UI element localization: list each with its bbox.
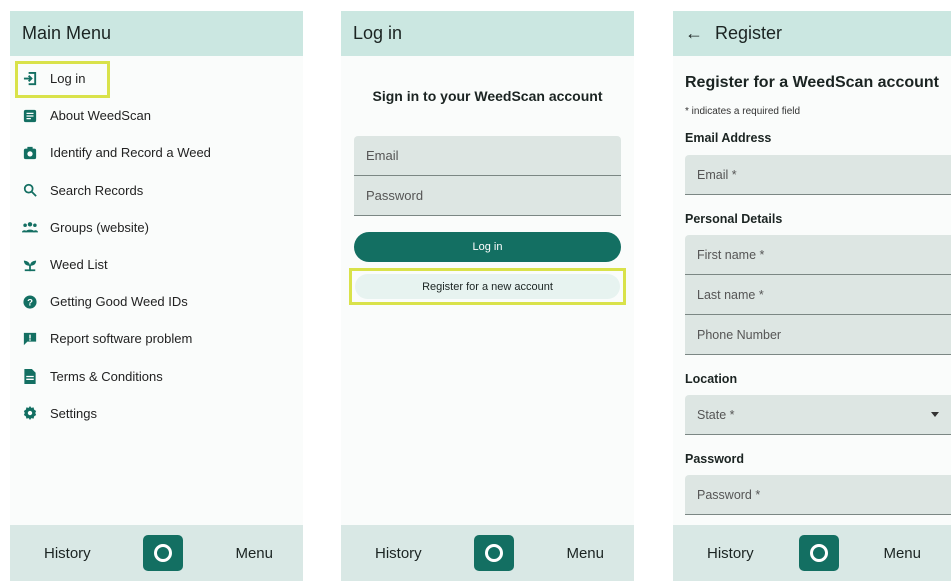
menu-item-label: About WeedScan <box>50 108 151 124</box>
password-field[interactable]: Password <box>354 176 621 216</box>
nav-history[interactable]: History <box>707 545 754 562</box>
camera-icon <box>154 544 173 562</box>
email-field[interactable]: Email * <box>685 155 951 195</box>
phone-field[interactable]: Phone Number <box>685 315 951 355</box>
menu-list: Log in About WeedScan Identify and Recor… <box>10 56 303 432</box>
menu-item-label: Search Records <box>50 182 144 198</box>
menu-item-about[interactable]: About WeedScan <box>10 97 303 134</box>
phone-placeholder: Phone Number <box>697 327 782 342</box>
email-placeholder: Email * <box>697 167 737 182</box>
menu-item-label: Terms & Conditions <box>50 368 163 384</box>
email-field[interactable]: Email <box>354 136 621 176</box>
register-screen: ← Register Register for a WeedScan accou… <box>673 11 951 581</box>
menu-item-groups[interactable]: Groups (website) <box>10 209 303 246</box>
gear-icon <box>22 405 38 421</box>
nav-history[interactable]: History <box>44 545 91 562</box>
menu-item-settings[interactable]: Settings <box>10 395 303 432</box>
menu-item-identify[interactable]: Identify and Record a Weed <box>10 134 303 171</box>
document-icon <box>22 108 38 124</box>
camera-button[interactable] <box>474 535 515 571</box>
camera-icon <box>485 544 504 562</box>
menu-item-good-ids[interactable]: ? Getting Good Weed IDs <box>10 283 303 320</box>
page-title: Main Menu <box>22 23 112 43</box>
email-placeholder: Email <box>366 148 399 163</box>
first-name-placeholder: First name * <box>697 247 765 262</box>
main-menu-screen: Main Menu Log in About WeedScan Identify… <box>10 11 303 581</box>
back-arrow-icon[interactable]: ← <box>685 23 703 44</box>
menu-item-label: Weed List <box>50 257 108 273</box>
nav-menu[interactable]: Menu <box>883 545 921 562</box>
first-name-field[interactable]: First name * <box>685 235 951 275</box>
menu-item-search[interactable]: Search Records <box>10 172 303 209</box>
app-bar: Main Menu <box>10 11 303 56</box>
sprout-icon <box>22 257 38 273</box>
register-button-label: Register for a new account <box>422 280 553 293</box>
section-email: Email Address <box>685 131 772 145</box>
nav-menu[interactable]: Menu <box>566 545 604 562</box>
dropdown-arrow-icon <box>931 412 939 417</box>
menu-item-label: Getting Good Weed IDs <box>50 294 188 310</box>
menu-item-label: Settings <box>50 405 97 421</box>
login-button[interactable]: Log in <box>354 232 621 262</box>
password-field[interactable]: Password * <box>685 475 951 515</box>
help-icon: ? <box>22 294 38 310</box>
bottom-nav: History Menu <box>673 525 951 581</box>
bottom-nav: History Menu <box>10 525 303 581</box>
last-name-field[interactable]: Last name * <box>685 275 951 315</box>
section-password: Password <box>685 452 745 466</box>
required-note: * indicates a required field <box>685 106 801 117</box>
nav-menu[interactable]: Menu <box>235 545 273 562</box>
camera-icon <box>809 544 828 562</box>
last-name-placeholder: Last name * <box>697 287 764 302</box>
section-personal: Personal Details <box>685 212 783 226</box>
menu-item-log-in[interactable]: Log in <box>10 60 303 99</box>
login-screen: Log in Sign in to your WeedScan account … <box>341 11 634 581</box>
login-icon <box>22 71 38 87</box>
menu-item-label: Report software problem <box>50 331 193 347</box>
register-button[interactable]: Register for a new account <box>349 268 626 305</box>
menu-item-terms[interactable]: Terms & Conditions <box>10 358 303 395</box>
menu-item-label: Log in <box>50 71 86 87</box>
nav-history[interactable]: History <box>375 545 422 562</box>
search-icon <box>22 182 38 198</box>
app-bar: ← Register <box>673 11 951 56</box>
login-heading: Sign in to your WeedScan account <box>372 88 603 104</box>
menu-item-label: Groups (website) <box>50 219 149 235</box>
page-title: Log in <box>353 23 403 43</box>
password-placeholder: Password <box>366 188 424 203</box>
file-icon <box>22 368 38 384</box>
state-select[interactable]: State * <box>685 395 951 435</box>
section-location: Location <box>685 372 738 386</box>
bottom-nav: History Menu <box>341 525 634 581</box>
page-title: Register <box>715 23 783 43</box>
login-button-label: Log in <box>472 241 503 253</box>
menu-item-label: Identify and Record a Weed <box>50 145 211 161</box>
password-placeholder: Password * <box>697 487 761 502</box>
group-icon <box>22 219 38 235</box>
svg-text:?: ? <box>27 297 33 308</box>
state-placeholder: State * <box>697 407 735 422</box>
camera-button[interactable] <box>798 535 839 571</box>
menu-item-weed-list[interactable]: Weed List <box>10 246 303 283</box>
feedback-icon <box>22 331 38 347</box>
camera-button[interactable] <box>143 535 184 571</box>
menu-item-report-problem[interactable]: Report software problem <box>10 320 303 357</box>
camera-icon <box>22 145 38 161</box>
app-bar: Log in <box>341 11 634 56</box>
register-heading: Register for a WeedScan account <box>685 74 939 91</box>
